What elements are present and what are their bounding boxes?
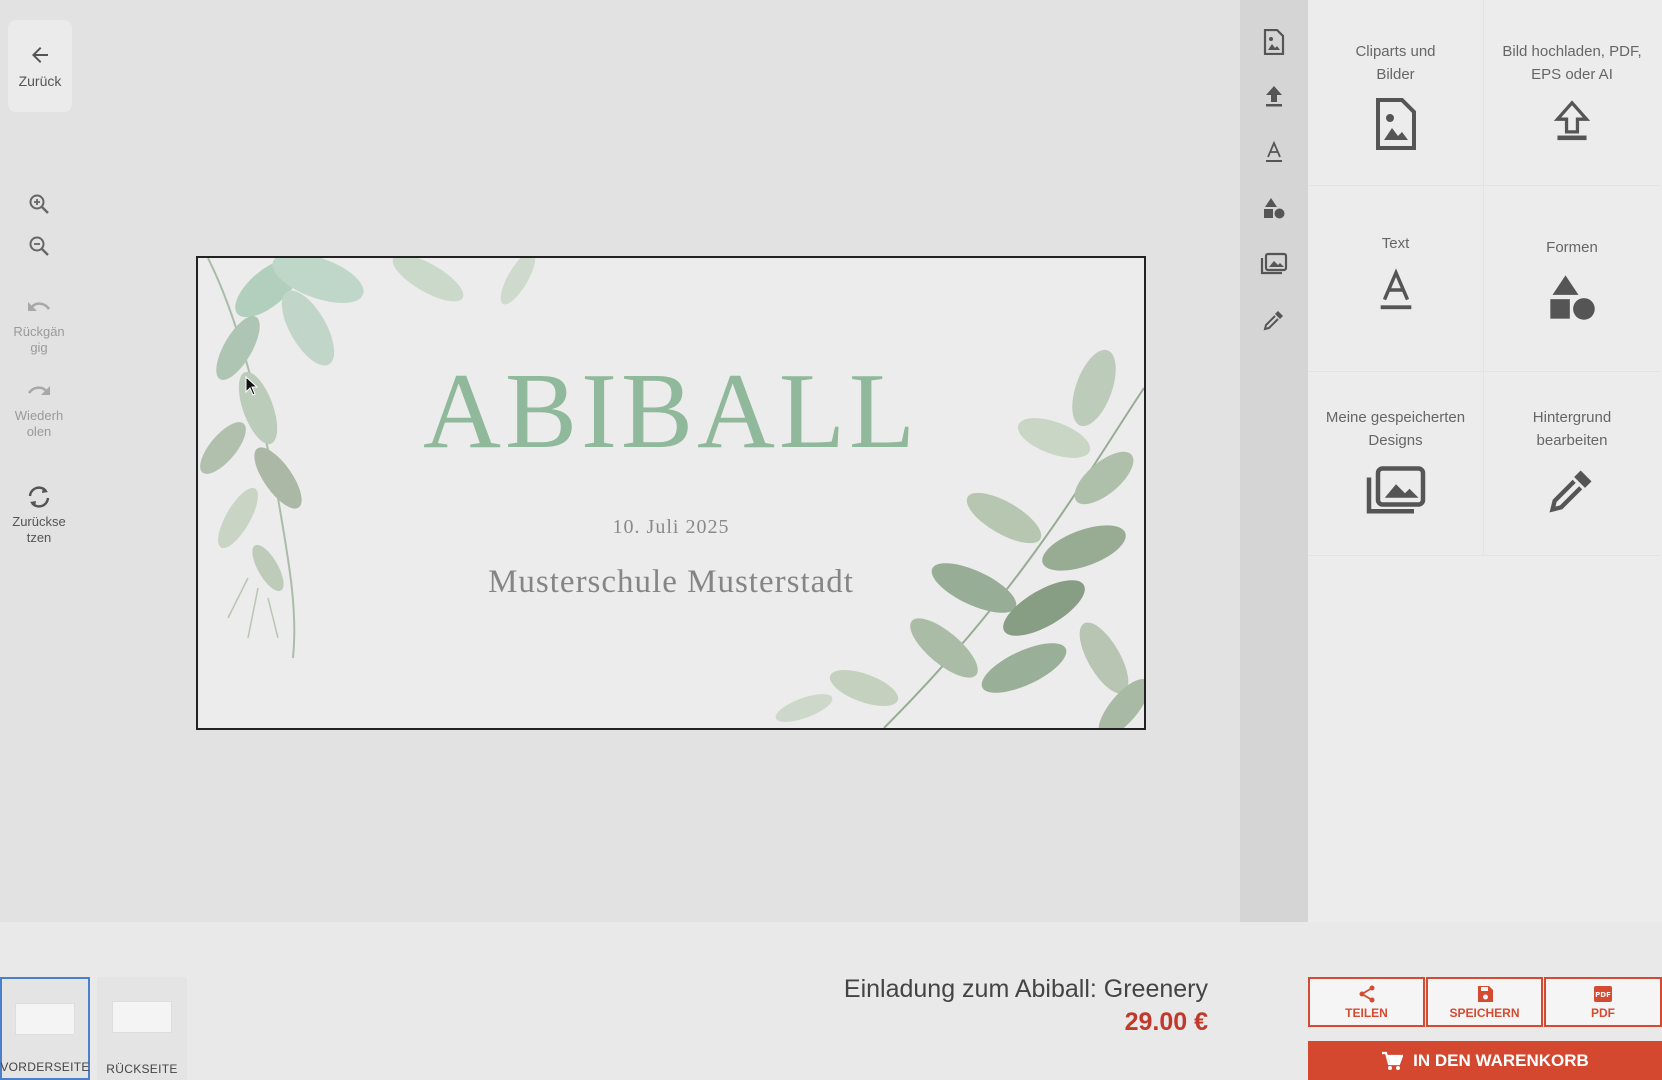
canvas-school-text[interactable]: Musterschule Musterstadt — [198, 564, 1144, 601]
page-thumb-label: RÜCKSEITE — [106, 1062, 178, 1076]
gallery-icon — [1260, 252, 1288, 275]
add-to-cart-button[interactable]: IN DEN WARENKORB — [1308, 1041, 1662, 1080]
tile-saved-designs-label: Meine gespeicherten Designs — [1325, 409, 1466, 449]
image-file-icon — [1263, 29, 1285, 55]
floppy-disk-icon — [1477, 985, 1493, 1002]
strip-saved-designs-button[interactable] — [1240, 242, 1308, 286]
pdf-file-icon: PDF — [1594, 985, 1612, 1002]
text-icon — [1266, 140, 1282, 162]
tile-upload[interactable]: Bild hochladen, PDF, EPS oder AI — [1484, 0, 1660, 186]
upload-icon — [1553, 100, 1591, 141]
strip-background-button[interactable] — [1240, 298, 1308, 342]
share-button[interactable]: TEILEN — [1308, 977, 1425, 1027]
save-button[interactable]: SPEICHERN — [1426, 977, 1543, 1027]
save-label: SPEICHERN — [1449, 1005, 1520, 1020]
left-toolbar: Zurück Rückgän gig Wiederh olen Zurückse… — [0, 0, 76, 922]
tile-cliparts-label: Cliparts und Bilder — [1355, 43, 1436, 83]
tool-icon-strip — [1240, 0, 1308, 922]
pdf-button[interactable]: PDF PDF — [1544, 977, 1662, 1027]
redo-button[interactable]: Wiederh olen — [0, 382, 78, 440]
reset-button[interactable]: Zurückse tzen — [0, 484, 78, 546]
undo-label: Rückgän gig — [13, 324, 65, 355]
tools-panel: Cliparts und Bilder Bild hochladen, PDF,… — [1308, 0, 1662, 922]
back-label: Zurück — [18, 73, 62, 89]
tile-shapes-label: Formen — [1546, 239, 1598, 256]
undo-icon — [28, 302, 51, 311]
image-file-icon — [1375, 98, 1416, 150]
tile-background[interactable]: Hintergrund bearbeiten — [1484, 372, 1660, 556]
shapes-icon — [1550, 275, 1595, 320]
eyedropper-icon — [1263, 311, 1283, 331]
undo-button[interactable]: Rückgän gig — [0, 298, 78, 356]
zoom-out-icon — [29, 236, 49, 256]
tile-upload-label: Bild hochladen, PDF, EPS oder AI — [1502, 43, 1642, 83]
pdf-label: PDF — [1591, 1005, 1615, 1020]
tile-text-label: Text — [1381, 235, 1410, 252]
tile-cliparts[interactable]: Cliparts und Bilder — [1308, 0, 1484, 186]
design-canvas[interactable]: ABIBALL 10. Juli 2025 Musterschule Muste… — [196, 256, 1146, 730]
product-title: Einladung zum Abiball: Greenery — [843, 975, 1208, 1003]
redo-icon — [27, 386, 50, 395]
zoom-in-icon — [29, 194, 49, 214]
add-to-cart-label: IN DEN WARENKORB — [1413, 1050, 1589, 1070]
product-price: 29.00 € — [1124, 1008, 1208, 1036]
canvas-date-text[interactable]: 10. Juli 2025 — [198, 516, 1144, 539]
mouse-cursor-icon — [245, 376, 259, 396]
svg-text:PDF: PDF — [1595, 991, 1611, 999]
eyedropper-icon — [1549, 470, 1592, 513]
upload-icon — [1266, 86, 1282, 107]
page-thumb-front[interactable]: VORDERSEITE — [0, 977, 90, 1080]
page-thumb-preview — [112, 1001, 172, 1033]
tile-saved-designs[interactable]: Meine gespeicherten Designs — [1308, 372, 1484, 556]
redo-label: Wiederh olen — [14, 408, 64, 439]
shopping-cart-icon — [1382, 1051, 1404, 1070]
page-thumb-preview — [15, 1003, 75, 1035]
zoom-in-button[interactable] — [0, 192, 78, 220]
page-thumb-label: VORDERSEITE — [0, 1060, 90, 1074]
strip-upload-button[interactable] — [1240, 74, 1308, 118]
strip-text-button[interactable] — [1240, 130, 1308, 174]
refresh-icon — [28, 486, 50, 508]
tile-shapes[interactable]: Formen — [1484, 186, 1660, 372]
tile-text[interactable]: Text — [1308, 186, 1484, 372]
canvas-title-text[interactable]: ABIBALL — [198, 350, 1144, 474]
arrow-left-icon — [32, 47, 48, 63]
strip-cliparts-button[interactable] — [1240, 20, 1308, 64]
share-icon — [1359, 985, 1374, 1002]
back-button[interactable]: Zurück — [8, 20, 72, 112]
share-label: TEILEN — [1345, 1005, 1388, 1020]
reset-label: Zurückse tzen — [12, 514, 66, 545]
strip-shapes-button[interactable] — [1240, 186, 1308, 230]
page-thumb-back[interactable]: RÜCKSEITE — [97, 977, 187, 1080]
shapes-icon — [1264, 198, 1285, 219]
text-icon — [1380, 268, 1411, 310]
gallery-icon — [1366, 466, 1425, 514]
zoom-out-button[interactable] — [0, 234, 78, 262]
tile-background-label: Hintergrund bearbeiten — [1532, 409, 1612, 449]
